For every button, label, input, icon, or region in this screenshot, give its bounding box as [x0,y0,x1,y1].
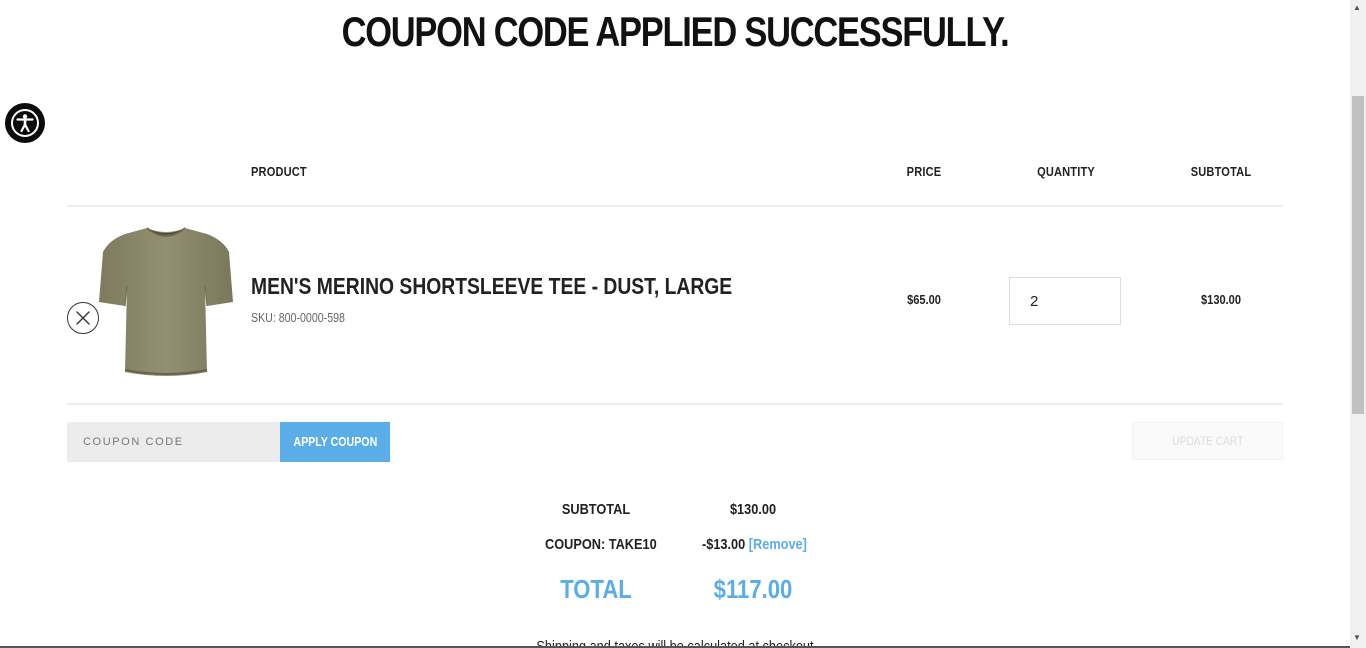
coupon-code-input[interactable] [67,422,280,462]
remove-coupon-link[interactable]: [Remove] [749,536,807,553]
column-header-quantity: QUANTITY [1037,164,1095,179]
update-cart-label: UPDATE CART [1171,434,1244,448]
totals-subtotal-value: $130.00 [729,501,777,518]
column-header-subtotal: SUBTOTAL [1190,164,1252,179]
product-sku: SKU: 800-0000-598 [251,311,345,325]
totals-total-label: TOTAL [560,574,632,604]
scroll-down-arrow-icon[interactable]: ▼ [1353,633,1361,642]
apply-coupon-button[interactable]: APPLY COUPON [280,422,390,462]
scrollbar-thumb[interactable] [1352,96,1364,414]
page-title: COUPON CODE APPLIED SUCCESSFULLY. [341,8,1010,55]
totals-coupon-label: COUPON: TAKE10 [545,536,657,553]
accessibility-icon [11,109,39,137]
table-divider-top [67,205,1283,207]
totals-coupon-value-row: -$13.00 [Remove] [702,536,807,553]
accessibility-button[interactable] [5,103,45,143]
product-price: $65.00 [907,292,941,307]
scroll-up-arrow-icon[interactable]: ▲ [1353,3,1361,12]
apply-coupon-label: APPLY COUPON [293,435,377,449]
column-header-product: PRODUCT [251,164,307,179]
product-subtotal: $130.00 [1201,292,1241,307]
totals-subtotal-label: SUBTOTAL [561,501,631,518]
totals-coupon-value: -$13.00 [702,536,746,553]
product-image[interactable] [95,222,237,380]
totals-total-value: $117.00 [713,574,793,604]
close-icon [76,311,90,325]
quantity-input[interactable] [1009,277,1121,325]
table-divider-bottom [67,403,1283,405]
column-header-price: PRICE [906,164,942,179]
product-name[interactable]: MEN'S MERINO SHORTSLEEVE TEE - DUST, LAR… [251,273,732,300]
update-cart-button[interactable]: UPDATE CART [1132,422,1283,460]
